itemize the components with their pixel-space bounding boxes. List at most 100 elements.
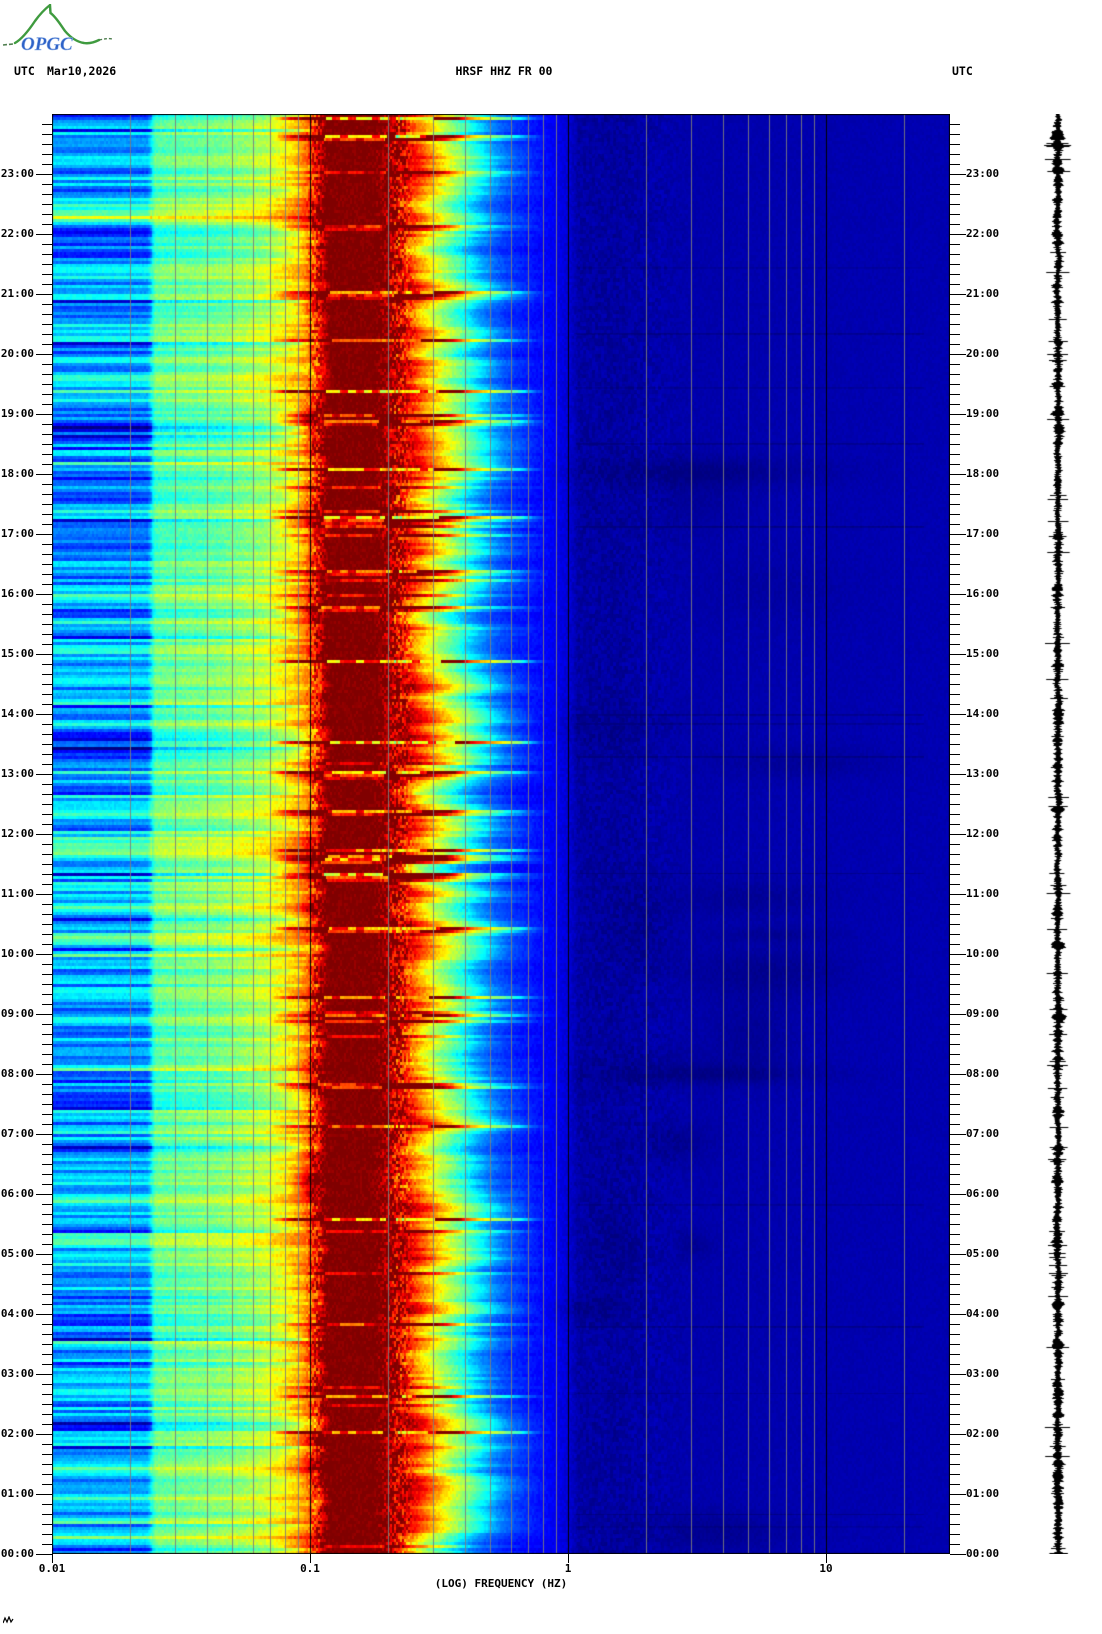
- y-tick-hour-right: [950, 354, 966, 355]
- y-tick-hour-right: [950, 954, 966, 955]
- y-tick-minor-right: [950, 634, 960, 635]
- y-tick-minor-right: [950, 544, 960, 545]
- y-tick-minor-right: [950, 1294, 960, 1295]
- y-tick-minor-left: [42, 1304, 52, 1305]
- hour-label-right: 08:00: [966, 1067, 1000, 1080]
- y-tick-minor-right: [950, 614, 960, 615]
- y-tick-minor-left: [42, 854, 52, 855]
- y-tick-hour-right: [950, 654, 966, 655]
- y-tick-minor-left: [42, 1414, 52, 1415]
- y-tick-minor-left: [42, 634, 52, 635]
- hour-label-left: 06:00: [0, 1187, 34, 1200]
- y-tick-minor-right: [950, 864, 960, 865]
- hour-label-left: 19:00: [0, 407, 34, 420]
- y-tick-minor-left: [42, 1164, 52, 1165]
- y-tick-minor-left: [42, 484, 52, 485]
- y-tick-minor-right: [950, 1334, 960, 1335]
- y-tick-minor-right: [950, 1404, 960, 1405]
- y-tick-hour-right: [950, 1554, 966, 1555]
- y-tick-minor-right: [950, 444, 960, 445]
- y-tick-minor-left: [42, 424, 52, 425]
- y-tick-minor-left: [42, 554, 52, 555]
- y-tick-minor-right: [950, 154, 960, 155]
- y-tick-minor-right: [950, 1214, 960, 1215]
- y-tick-minor-left: [42, 1274, 52, 1275]
- y-tick-minor-right: [950, 1174, 960, 1175]
- y-tick-minor-left: [42, 1234, 52, 1235]
- y-tick-hour-left: [36, 534, 52, 535]
- hour-label-left: 02:00: [0, 1427, 34, 1440]
- hour-label-right: 16:00: [966, 587, 1000, 600]
- y-tick-minor-left: [42, 874, 52, 875]
- y-tick-minor-left: [42, 334, 52, 335]
- y-tick-minor-right: [950, 904, 960, 905]
- y-tick-hour-left: [36, 774, 52, 775]
- y-tick-minor-right: [950, 1094, 960, 1095]
- y-tick-minor-right: [950, 1484, 960, 1485]
- header-station: HRSF HHZ FR 00: [455, 64, 553, 78]
- y-tick-minor-right: [950, 644, 960, 645]
- y-tick-minor-left: [42, 144, 52, 145]
- y-tick-minor-left: [42, 304, 52, 305]
- y-tick-minor-right: [950, 1184, 960, 1185]
- hour-label-right: 05:00: [966, 1247, 1000, 1260]
- y-tick-minor-right: [950, 214, 960, 215]
- y-tick-hour-left: [36, 1494, 52, 1495]
- y-tick-minor-left: [42, 964, 52, 965]
- y-tick-hour-right: [950, 1374, 966, 1375]
- y-tick-minor-right: [950, 514, 960, 515]
- y-tick-hour-left: [36, 1374, 52, 1375]
- hour-label-left: 15:00: [0, 647, 34, 660]
- hour-label-right: 19:00: [966, 407, 1000, 420]
- y-tick-minor-left: [42, 194, 52, 195]
- hour-label-right: 04:00: [966, 1307, 1000, 1320]
- hour-label-right: 10:00: [966, 947, 1000, 960]
- y-tick-minor-right: [950, 504, 960, 505]
- y-tick-minor-left: [42, 1354, 52, 1355]
- y-tick-minor-right: [950, 804, 960, 805]
- y-tick-minor-left: [42, 814, 52, 815]
- y-tick-minor-right: [950, 1124, 960, 1125]
- hour-label-left: 01:00: [0, 1487, 34, 1500]
- y-tick-minor-left: [42, 1224, 52, 1225]
- x-tick-label: 1: [564, 1562, 572, 1575]
- y-tick-minor-right: [950, 314, 960, 315]
- hour-label-left: 03:00: [0, 1367, 34, 1380]
- y-tick-minor-right: [950, 1384, 960, 1385]
- hour-label-left: 14:00: [0, 707, 34, 720]
- y-tick-minor-left: [42, 374, 52, 375]
- x-axis-title: (LOG) FREQUENCY (HZ): [434, 1577, 568, 1590]
- y-tick-hour-right: [950, 1134, 966, 1135]
- y-tick-hour-right: [950, 1314, 966, 1315]
- y-tick-minor-left: [42, 1544, 52, 1545]
- y-tick-minor-right: [950, 144, 960, 145]
- y-tick-hour-left: [36, 1014, 52, 1015]
- y-tick-minor-left: [42, 844, 52, 845]
- y-tick-hour-right: [950, 594, 966, 595]
- y-tick-minor-right: [950, 994, 960, 995]
- y-tick-minor-left: [42, 614, 52, 615]
- hour-label-right: 07:00: [966, 1127, 1000, 1140]
- y-tick-minor-right: [950, 1114, 960, 1115]
- y-tick-minor-right: [950, 1514, 960, 1515]
- y-tick-minor-left: [42, 264, 52, 265]
- y-tick-minor-right: [950, 1534, 960, 1535]
- y-tick-hour-left: [36, 474, 52, 475]
- y-tick-minor-right: [950, 944, 960, 945]
- header-utc-right: UTC: [952, 64, 973, 78]
- y-tick-minor-right: [950, 344, 960, 345]
- y-tick-minor-right: [950, 1414, 960, 1415]
- y-tick-minor-left: [42, 544, 52, 545]
- hour-label-left: 22:00: [0, 227, 34, 240]
- y-tick-minor-left: [42, 314, 52, 315]
- y-tick-minor-left: [42, 824, 52, 825]
- y-tick-minor-right: [950, 934, 960, 935]
- y-tick-hour-right: [950, 174, 966, 175]
- y-tick-minor-left: [42, 1284, 52, 1285]
- hour-label-right: 09:00: [966, 1007, 1000, 1020]
- y-tick-minor-right: [950, 1234, 960, 1235]
- y-tick-minor-left: [42, 904, 52, 905]
- y-tick-minor-left: [42, 284, 52, 285]
- y-tick-minor-left: [42, 984, 52, 985]
- y-tick-minor-left: [42, 1004, 52, 1005]
